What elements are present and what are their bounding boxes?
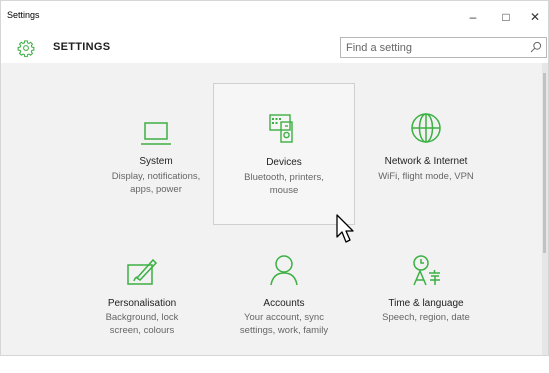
maximize-button[interactable]: □ — [491, 5, 521, 29]
maximize-icon: □ — [502, 10, 510, 24]
tile-devices-name: Devices — [266, 157, 302, 168]
minimize-icon: – — [469, 10, 477, 24]
app-header: SETTINGS — [1, 33, 548, 63]
tile-network-name: Network & Internet — [384, 156, 468, 167]
tile-accounts-desc: Your account, sync settings, work, famil… — [239, 312, 329, 336]
vertical-scrollbar[interactable] — [542, 63, 548, 355]
globe-icon — [411, 113, 441, 143]
title-bar[interactable]: Settings – □ ✕ — [1, 1, 548, 33]
close-icon: ✕ — [529, 10, 541, 24]
tile-time-language-name: Time & language — [388, 298, 464, 309]
tile-personalisation-name: Personalisation — [107, 298, 177, 309]
close-button[interactable]: ✕ — [520, 5, 549, 29]
tile-personalisation-desc: Background, lock screen, colours — [105, 312, 179, 336]
paintbrush-icon — [127, 258, 158, 285]
settings-content: System Display, notifications, apps, pow… — [1, 63, 542, 355]
tile-network[interactable]: Network & Internet WiFi, flight mode, VP… — [355, 83, 497, 225]
tile-accounts-name: Accounts — [263, 298, 305, 309]
page-title: SETTINGS — [53, 41, 111, 53]
devices-icon — [269, 114, 293, 143]
laptop-icon — [141, 122, 171, 145]
search-box[interactable] — [340, 37, 547, 58]
gear-icon — [17, 40, 35, 57]
mouse-pointer-icon — [336, 214, 354, 243]
tile-system[interactable]: System Display, notifications, apps, pow… — [85, 83, 227, 225]
search-input[interactable] — [341, 38, 526, 57]
settings-window: Settings – □ ✕ SETTINGS Find a setting S… — [0, 0, 549, 356]
scrollbar-thumb[interactable] — [543, 73, 546, 253]
person-icon — [270, 255, 298, 286]
tile-devices[interactable]: Devices Bluetooth, printers, mouse — [213, 83, 355, 225]
search-icon[interactable] — [530, 41, 542, 53]
window-title: Settings — [7, 10, 40, 20]
tile-devices-desc: Bluetooth, printers, mouse — [244, 172, 324, 196]
tile-time-language[interactable]: Time & language Speech, region, date — [355, 231, 497, 373]
minimize-button[interactable]: – — [458, 5, 488, 29]
tile-system-name: System — [139, 156, 173, 167]
tile-personalisation[interactable]: Personalisation Background, lock screen,… — [71, 231, 213, 373]
tile-network-desc: WiFi, flight mode, VPN — [378, 171, 474, 182]
tile-system-desc: Display, notifications, apps, power — [111, 171, 201, 195]
tile-accounts[interactable]: Accounts Your account, sync settings, wo… — [213, 231, 355, 373]
time-language-icon — [413, 255, 440, 286]
tile-time-language-desc: Speech, region, date — [382, 312, 470, 323]
